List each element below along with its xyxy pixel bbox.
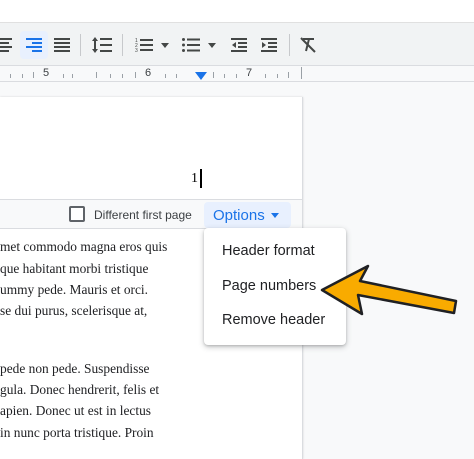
increase-indent-icon[interactable] xyxy=(256,31,282,59)
menu-item-page-numbers[interactable]: Page numbers xyxy=(222,278,316,294)
text-cursor xyxy=(200,169,202,188)
menu-item-header-format[interactable]: Header format xyxy=(222,243,315,259)
justify-icon[interactable] xyxy=(50,31,74,59)
ruler-label: 6 xyxy=(145,67,152,79)
bulleted-list-dropdown-icon[interactable] xyxy=(205,31,219,59)
body-text-line: que habitant morbi tristique xyxy=(0,261,149,276)
options-dropdown-button[interactable]: Options xyxy=(204,202,291,228)
body-text-line: apien. Donec ut est in lectus xyxy=(0,403,151,418)
body-text-line: gula. Donec hendrerit, felis et xyxy=(0,382,160,397)
horizontal-ruler[interactable]: 5 6 7 xyxy=(0,66,474,82)
chevron-down-icon xyxy=(270,212,279,218)
svg-text:3: 3 xyxy=(135,48,138,53)
different-first-page-label[interactable]: Different first page xyxy=(94,208,192,222)
callout-arrow-icon xyxy=(320,264,458,316)
body-text-line: se dui purus, scelerisque at, xyxy=(0,303,148,318)
ruler-label: 7 xyxy=(246,67,253,79)
body-text-line: ummy pede. Mauris et orci. xyxy=(0,282,149,297)
right-indent-marker[interactable] xyxy=(195,72,207,80)
toolbar-separator xyxy=(80,34,81,56)
body-text-line: in nunc porta tristique. Proin xyxy=(0,425,154,440)
toolbar-separator xyxy=(122,34,123,56)
bulleted-list-icon[interactable] xyxy=(179,31,203,59)
toolbar-separator xyxy=(289,34,290,56)
numbered-list-icon[interactable]: 123 xyxy=(132,31,156,59)
decrease-indent-icon[interactable] xyxy=(226,31,252,59)
ruler-label: 5 xyxy=(43,67,50,79)
clear-formatting-icon[interactable] xyxy=(296,31,320,59)
options-button-label: Options xyxy=(213,206,265,224)
top-strip xyxy=(0,0,474,22)
header-page-number[interactable]: 1 xyxy=(191,171,198,187)
menu-item-remove-header[interactable]: Remove header xyxy=(222,312,325,328)
formatting-toolbar: 123 xyxy=(0,22,474,66)
line-spacing-icon[interactable] xyxy=(89,31,115,59)
numbered-list-dropdown-icon[interactable] xyxy=(158,31,172,59)
body-text-line: met commodo magna eros quis xyxy=(0,239,168,254)
align-right-icon[interactable] xyxy=(20,31,48,59)
align-center-icon[interactable] xyxy=(0,31,14,59)
body-text-line: pede non pede. Suspendisse xyxy=(0,361,150,376)
different-first-page-checkbox[interactable] xyxy=(69,206,85,222)
ruler-margin-end xyxy=(301,67,302,79)
